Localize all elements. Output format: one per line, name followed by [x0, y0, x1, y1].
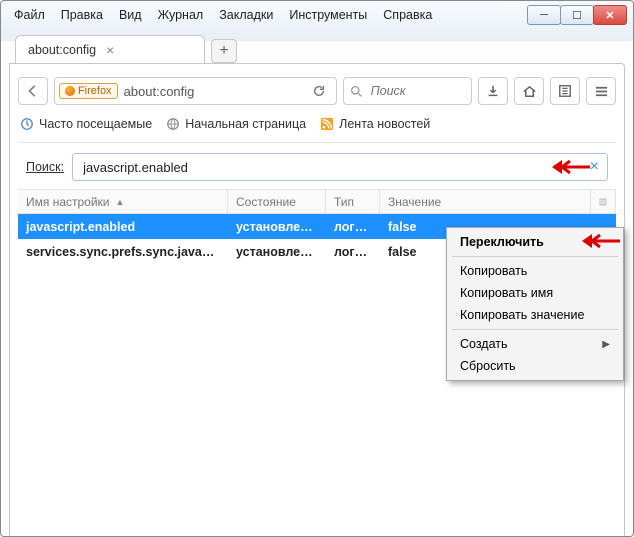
bookmarks-menu-button[interactable] [550, 77, 580, 105]
rss-icon [320, 117, 334, 131]
bookmarks-toolbar: Часто посещаемые Начальная страница Лент… [18, 110, 616, 138]
bookmarks-icon [558, 84, 572, 98]
search-bar[interactable] [343, 77, 473, 105]
menu-icon [594, 84, 609, 99]
col-state[interactable]: Состояние [228, 190, 326, 213]
menu-separator [452, 329, 618, 330]
ctx-reset[interactable]: Сбросить [450, 355, 620, 377]
config-search-box[interactable]: × [72, 153, 608, 181]
submenu-arrow-icon: ▶ [602, 339, 610, 350]
url-input[interactable] [122, 83, 302, 100]
clock-icon [20, 117, 34, 131]
col-type[interactable]: Тип [326, 190, 380, 213]
clear-search-icon[interactable]: × [590, 158, 599, 176]
column-picker-icon[interactable] [590, 190, 616, 213]
home-button[interactable] [514, 77, 544, 105]
firefox-icon [65, 86, 75, 96]
col-name[interactable]: Имя настройки▲ [18, 190, 228, 213]
annotation-arrow-1 [550, 158, 590, 176]
tab-close-icon[interactable]: × [106, 42, 114, 58]
ctx-create[interactable]: Создать▶ [450, 333, 620, 355]
arrow-left-icon [26, 84, 40, 98]
config-search-label: Поиск: [26, 160, 64, 174]
ctx-copy-value[interactable]: Копировать значение [450, 304, 620, 326]
menu-file[interactable]: Файл [7, 5, 52, 25]
menu-help[interactable]: Справка [376, 5, 439, 25]
reload-icon[interactable] [306, 84, 332, 98]
annotation-arrow-2 [580, 232, 620, 250]
col-value[interactable]: Значение [380, 190, 590, 213]
bookmark-most-visited[interactable]: Часто посещаемые [20, 117, 152, 131]
config-search-input[interactable] [81, 159, 550, 176]
url-bar[interactable]: Firefox [54, 77, 337, 105]
bookmark-news-feed[interactable]: Лента новостей [320, 117, 430, 131]
search-icon [350, 85, 363, 98]
download-icon [486, 84, 500, 98]
back-button[interactable] [18, 77, 48, 105]
sort-asc-icon: ▲ [116, 197, 125, 207]
menu-bookmarks[interactable]: Закладки [212, 5, 280, 25]
menu-tools[interactable]: Инструменты [282, 5, 374, 25]
new-tab-button[interactable]: + [211, 39, 237, 63]
tab-about-config[interactable]: about:config × [15, 35, 205, 63]
menu-history[interactable]: Журнал [151, 5, 211, 25]
window-controls: ─ ☐ ✕ [528, 5, 627, 25]
bookmark-start-page[interactable]: Начальная страница [166, 117, 306, 131]
hamburger-menu-button[interactable] [586, 77, 616, 105]
browser-window: Файл Правка Вид Журнал Закладки Инструме… [0, 0, 634, 537]
menu-separator [452, 256, 618, 257]
downloads-button[interactable] [478, 77, 508, 105]
column-headers: Имя настройки▲ Состояние Тип Значение [18, 189, 616, 214]
about-config-page: Поиск: × Имя настройки▲ Состояние Тип Зн… [18, 142, 616, 536]
tab-title: about:config [28, 43, 96, 57]
context-menu: Переключить Копировать Копировать имя Ко… [446, 227, 624, 381]
ctx-copy-name[interactable]: Копировать имя [450, 282, 620, 304]
close-button[interactable]: ✕ [593, 5, 627, 25]
maximize-button[interactable]: ☐ [560, 5, 594, 25]
minimize-button[interactable]: ─ [527, 5, 561, 25]
nav-toolbar: Firefox [18, 72, 616, 110]
tab-bar: about:config × + [9, 33, 625, 63]
menu-edit[interactable]: Правка [54, 5, 110, 25]
ctx-copy[interactable]: Копировать [450, 260, 620, 282]
menu-view[interactable]: Вид [112, 5, 149, 25]
identity-badge[interactable]: Firefox [59, 83, 118, 99]
home-icon [522, 84, 537, 99]
search-input[interactable] [369, 83, 466, 99]
globe-icon [166, 117, 180, 131]
